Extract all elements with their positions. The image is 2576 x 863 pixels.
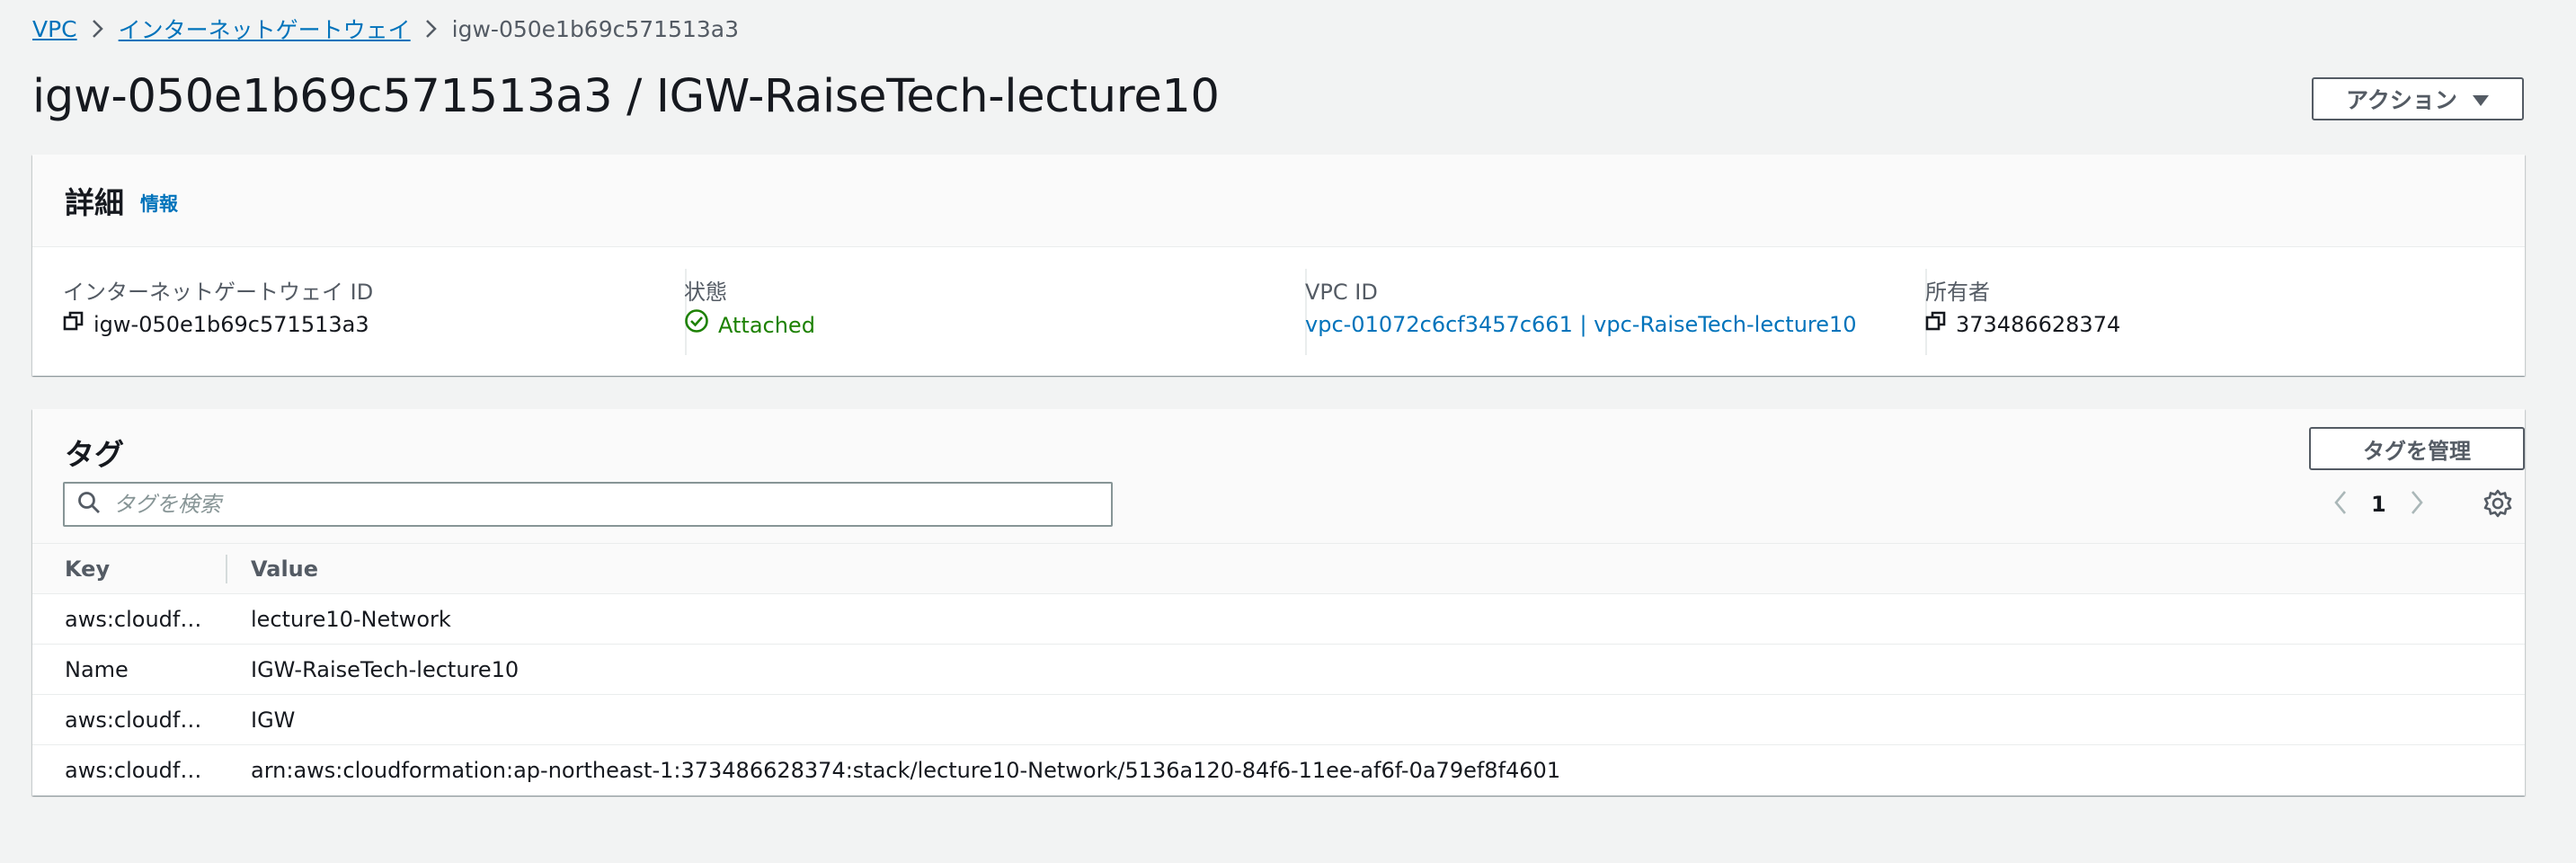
pagination: 1	[2333, 481, 2424, 528]
detail-igw-id-value-row: igw-050e1b69c571513a3	[63, 308, 373, 341]
details-panel: 詳細 情報 インターネットゲートウェイ ID igw-050e1b69c5715…	[32, 155, 2525, 376]
tag-value-cell: arn:aws:cloudformation:ap-northeast-1:37…	[251, 758, 1561, 783]
detail-vpc-id: VPC ID vpc-01072c6cf3457c661 | vpc-Raise…	[1305, 276, 1857, 348]
copy-icon[interactable]	[63, 308, 84, 341]
status-attached: Attached	[718, 313, 815, 338]
details-header: 詳細 情報	[32, 155, 2525, 247]
details-title: 詳細	[65, 185, 124, 220]
tag-key-cell: aws:cloudf…	[65, 606, 202, 632]
tag-value-cell: IGW	[251, 707, 296, 733]
tag-key-cell: Name	[65, 656, 129, 682]
tag-key-cell: aws:cloudf…	[65, 707, 202, 733]
page-title: igw-050e1b69c571513a3 / IGW-RaiseTech-le…	[32, 70, 1220, 123]
chevron-right-icon	[425, 19, 438, 39]
tags-table-body: aws:cloudf… lecture10-Network Name IGW-R…	[32, 594, 2525, 796]
table-row: aws:cloudf… arn:aws:cloudformation:ap-no…	[32, 745, 2525, 796]
actions-dropdown-button[interactable]: アクション	[2312, 77, 2524, 120]
actions-label: アクション	[2346, 87, 2457, 113]
breadcrumb-vpc-link[interactable]: VPC	[32, 16, 77, 42]
tag-search-input[interactable]	[113, 492, 1084, 517]
chevron-right-icon[interactable]	[2410, 490, 2424, 519]
breadcrumb: VPC インターネットゲートウェイ igw-050e1b69c571513a3	[32, 13, 739, 45]
tags-title: タグ	[65, 437, 124, 472]
detail-label: VPC ID	[1305, 280, 1378, 305]
tag-value-cell: lecture10-Network	[251, 606, 451, 632]
detail-state: 状態 Attached	[684, 276, 815, 348]
breadcrumb-current: igw-050e1b69c571513a3	[451, 15, 740, 42]
tags-header: タグ タグを管理 1	[32, 409, 2525, 544]
column-header-value[interactable]: Value	[251, 556, 318, 582]
search-icon	[77, 491, 101, 518]
chevron-right-icon	[92, 19, 104, 39]
details-grid: インターネットゲートウェイ ID igw-050e1b69c571513a3 状…	[32, 247, 2525, 376]
column-resize-handle[interactable]	[226, 555, 227, 583]
tags-table-header: Key Value	[32, 544, 2525, 594]
detail-owner: 所有者 373486628374	[1925, 276, 2120, 348]
detail-vpc-id-value-row: vpc-01072c6cf3457c661 | vpc-RaiseTech-le…	[1305, 308, 1857, 341]
owner-value: 373486628374	[1956, 312, 2121, 337]
detail-label: 状態	[684, 280, 727, 305]
table-row: aws:cloudf… IGW	[32, 695, 2525, 745]
tags-panel: タグ タグを管理 1 Key Value	[32, 409, 2525, 796]
detail-state-value-row: Attached	[684, 308, 815, 343]
vpc-id-link[interactable]: vpc-01072c6cf3457c661 | vpc-RaiseTech-le…	[1305, 308, 1857, 341]
copy-icon[interactable]	[1925, 308, 1947, 341]
manage-tags-button[interactable]: タグを管理	[2309, 427, 2525, 470]
chevron-left-icon[interactable]	[2333, 490, 2348, 519]
breadcrumb-igw-link[interactable]: インターネットゲートウェイ	[119, 13, 411, 45]
caret-down-icon	[2472, 86, 2490, 112]
tag-value-cell: IGW-RaiseTech-lecture10	[251, 656, 520, 682]
detail-label: 所有者	[1925, 280, 1990, 305]
igw-id-value: igw-050e1b69c571513a3	[93, 312, 369, 337]
gear-icon[interactable]	[2483, 488, 2513, 522]
detail-igw-id: インターネットゲートウェイ ID igw-050e1b69c571513a3	[63, 276, 373, 348]
tag-key-cell: aws:cloudf…	[65, 758, 202, 783]
table-row: aws:cloudf… lecture10-Network	[32, 594, 2525, 645]
table-row: Name IGW-RaiseTech-lecture10	[32, 645, 2525, 695]
check-circle-icon	[684, 308, 709, 343]
current-page-number[interactable]: 1	[2371, 492, 2386, 517]
info-link[interactable]: 情報	[140, 190, 178, 217]
column-header-key[interactable]: Key	[65, 556, 110, 582]
tag-search-box[interactable]	[63, 482, 1113, 527]
detail-owner-value-row: 373486628374	[1925, 308, 2120, 341]
detail-label: インターネットゲートウェイ ID	[63, 280, 374, 305]
